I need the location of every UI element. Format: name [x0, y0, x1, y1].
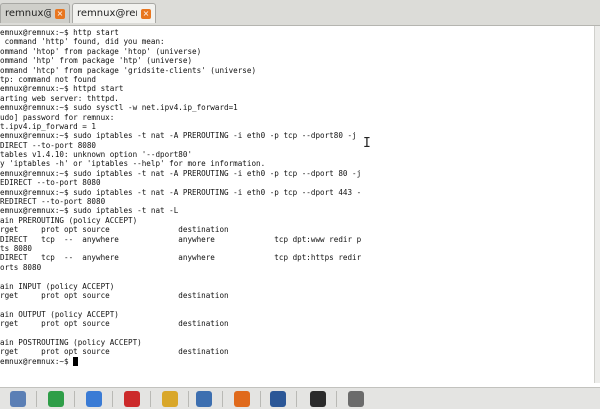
terminal-line: orts 8080 [0, 262, 42, 272]
terminal-line: ain PREROUTING (policy ACCEPT) [0, 215, 138, 225]
text-cursor-icon: I [363, 136, 371, 151]
taskbar-separator [74, 391, 75, 407]
terminal-line: rget prot opt source destination [0, 225, 229, 235]
terminal-line: ommand 'htcp' from package 'gridsite-cli… [0, 65, 257, 75]
terminal-line: emnux@remnux:~$ sudo iptables -t nat -A … [0, 168, 362, 178]
terminal-line: ain POSTROUTING (policy ACCEPT) [0, 337, 142, 347]
tab-label: remnux@remn... [5, 8, 51, 19]
taskbar-separator [150, 391, 151, 407]
terminal-line: ain INPUT (policy ACCEPT) [0, 281, 115, 291]
terminal-line: DIRECT tcp -- anywhere anywhere tcp dpt:… [0, 234, 362, 244]
terminal-line: command 'http' found, did you mean: [0, 37, 165, 47]
terminal-line: t.ipv4.ip_forward = 1 [0, 121, 97, 131]
terminal-line: EDIRECT --to-port 8080 [0, 178, 101, 188]
tab-label: remnux@rem... [77, 8, 137, 19]
terminal-line: rget prot opt source destination [0, 290, 229, 300]
terminal-line: rget prot opt source destination [0, 347, 229, 357]
terminal-output[interactable]: emnux@remnux:~$ http start command 'http… [0, 26, 594, 383]
close-icon[interactable]: × [55, 8, 65, 19]
taskbar-separator [296, 391, 297, 407]
terminal-line: emnux@remnux:~$ sudo iptables -t nat -A … [0, 131, 357, 141]
app-icon[interactable] [10, 391, 26, 407]
terminal-icon[interactable] [310, 391, 326, 407]
terminal-line: DIRECT --to-port 8080 [0, 140, 97, 150]
terminal-line: tables v1.4.10: unknown option '--dport8… [0, 150, 193, 160]
terminal-line: ommand 'htop' from package 'htop' (unive… [0, 46, 202, 56]
taskbar [0, 387, 600, 409]
folder-icon[interactable] [162, 391, 178, 407]
taskbar-separator [188, 391, 189, 407]
terminal-line: emnux@remnux:~$ sudo iptables -t nat -L [0, 206, 179, 216]
terminal-line: DIRECT tcp -- anywhere anywhere tcp dpt:… [0, 253, 362, 263]
terminal-line: emnux@remnux:~$ sudo sysctl -w net.ipv4.… [0, 103, 238, 113]
terminal-line: y 'iptables -h' or 'iptables --help' for… [0, 159, 266, 169]
terminal-cursor [73, 356, 79, 366]
tab-terminal-2[interactable]: remnux@rem... × [72, 3, 156, 23]
terminal-lines: emnux@remnux:~$ http start command 'http… [0, 28, 594, 366]
word-icon[interactable] [270, 391, 286, 407]
firefox-icon[interactable] [234, 391, 250, 407]
terminal-line: udo] password for remnux: [0, 112, 115, 122]
terminal-line: emnux@remnux:~$ httpd start [0, 84, 124, 94]
taskbar-separator [336, 391, 337, 407]
terminal-line: rget prot opt source destination [0, 319, 229, 329]
taskbar-separator [36, 391, 37, 407]
terminal-line: emnux@remnux:~$ sudo iptables -t nat -A … [0, 187, 362, 197]
browser-icon[interactable] [86, 391, 102, 407]
terminal-line: ommand 'htp' from package 'htp' (univers… [0, 56, 193, 66]
close-icon[interactable]: × [141, 8, 151, 19]
virtualbox-icon[interactable] [196, 391, 212, 407]
window-icon[interactable] [348, 391, 364, 407]
terminal-line: ain OUTPUT (policy ACCEPT) [0, 309, 119, 319]
terminal-line: ts 8080 [0, 243, 33, 253]
terminal-line: arting web server: thttpd. [0, 93, 119, 103]
taskbar-separator [222, 391, 223, 407]
terminal-scrollbar[interactable] [594, 26, 600, 383]
terminal-line: tp: command not found [0, 74, 97, 84]
taskbar-separator [112, 391, 113, 407]
terminal-line: REDIRECT --to-port 8080 [0, 197, 106, 207]
chrome-icon[interactable] [48, 391, 64, 407]
tab-bar: remnux@remn... × remnux@rem... × [0, 0, 600, 26]
taskbar-separator [260, 391, 261, 407]
terminal-line: emnux@remnux:~$ [0, 356, 594, 366]
tab-terminal-1[interactable]: remnux@remn... × [0, 3, 70, 23]
opera-icon[interactable] [124, 391, 140, 407]
terminal-line: emnux@remnux:~$ http start [0, 28, 119, 37]
